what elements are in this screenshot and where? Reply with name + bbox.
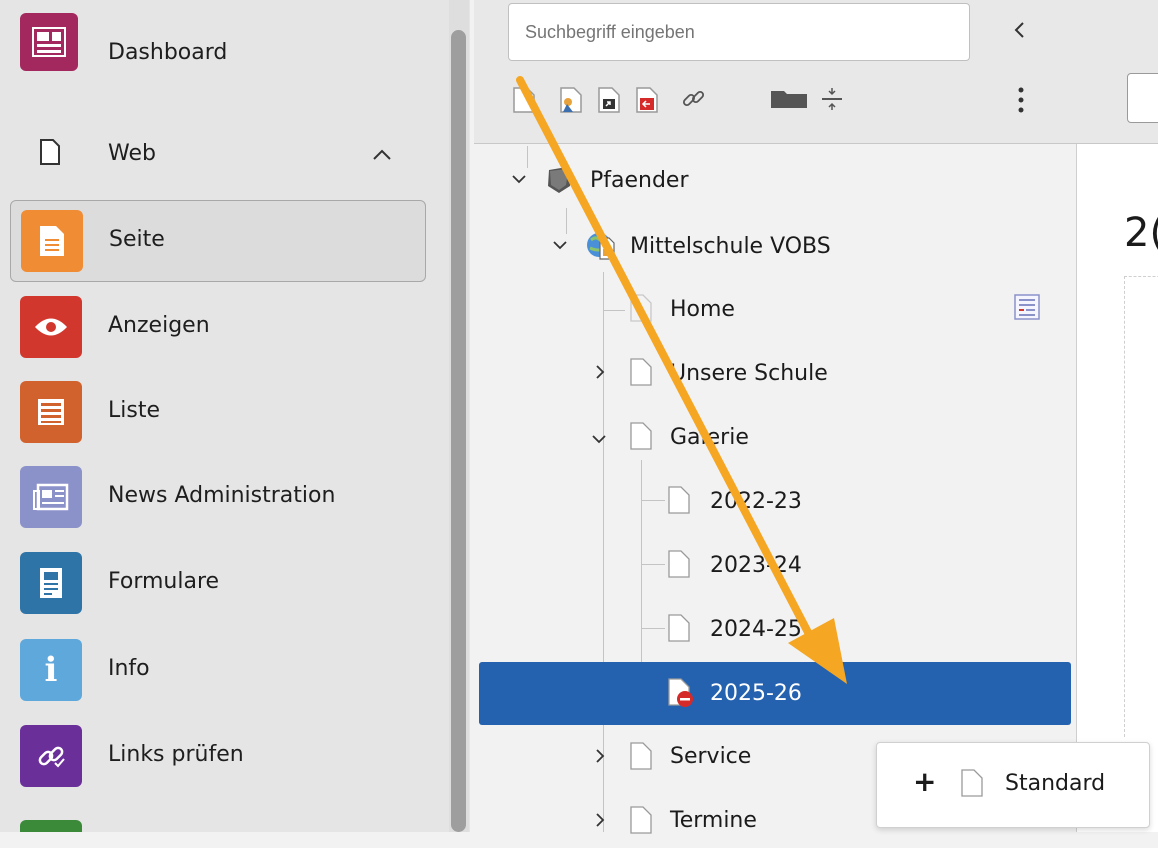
module-item-seite[interactable]: Seite <box>10 200 426 282</box>
dashboard-icon <box>20 13 78 71</box>
new-shortcut-icon[interactable] <box>597 86 621 118</box>
tree-node-label: Pfaender <box>590 167 689 193</box>
content-element-status-icon[interactable] <box>1014 294 1040 324</box>
expand-chevron-icon[interactable] <box>511 170 527 189</box>
module-group-web[interactable]: Web <box>10 116 426 198</box>
eye-icon <box>20 296 82 358</box>
new-page-icon[interactable] <box>512 86 536 118</box>
folder-icon[interactable] <box>770 88 808 114</box>
page-icon <box>961 769 983 801</box>
module-menu-scrollbar-thumb[interactable] <box>451 30 466 832</box>
plus-icon: + <box>913 765 937 798</box>
tree-node[interactable]: 2022-23 <box>710 473 802 529</box>
module-group-label: Web <box>108 141 156 166</box>
content-toolbar-button[interactable] <box>1127 73 1158 123</box>
globe-page-icon <box>586 230 618 264</box>
page-icon <box>630 806 652 838</box>
tree-node-label: 2025-26 <box>710 680 802 706</box>
tree-node[interactable]: 2025-26 <box>710 665 802 721</box>
module-label: Info <box>108 656 150 681</box>
tree-node-label: 2024-25 <box>710 616 802 642</box>
expand-chevron-icon[interactable] <box>594 364 606 384</box>
tree-node-label: Termine <box>670 807 757 833</box>
module-label: Anzeigen <box>108 313 210 338</box>
tree-node-label: 2022-23 <box>710 488 802 514</box>
tree-node-label: Service <box>670 743 752 769</box>
page-icon <box>668 486 690 518</box>
page-outline-icon <box>40 139 60 169</box>
new-backend-section-icon[interactable] <box>559 86 583 118</box>
tree-node[interactable]: Pfaender <box>590 152 689 208</box>
expand-chevron-icon[interactable] <box>552 236 568 255</box>
expand-chevron-icon[interactable] <box>594 812 606 832</box>
tree-node[interactable]: Galerie <box>670 409 749 465</box>
module-label: Liste <box>108 398 160 423</box>
form-icon <box>20 552 82 614</box>
module-item-dashboard[interactable]: Dashboard <box>10 8 426 90</box>
tree-node[interactable]: Mittelschule VOBS <box>630 218 831 274</box>
module-label: Dashboard <box>108 40 228 65</box>
tree-node[interactable]: Home <box>670 281 735 337</box>
page-icon <box>668 550 690 582</box>
tree-node-label: Galerie <box>670 424 749 450</box>
spacer-icon[interactable] <box>820 86 844 116</box>
news-icon <box>20 466 82 528</box>
drag-ghost-new-page[interactable]: + Standard <box>876 742 1150 828</box>
drag-ghost-label: Standard <box>1005 771 1106 796</box>
module-label: Formulare <box>108 569 220 594</box>
module-item-anzeigen[interactable]: Anzeigen <box>10 287 426 369</box>
page-icon <box>630 742 652 774</box>
module-item-news-administration[interactable]: News Administration <box>10 457 426 539</box>
page-icon <box>668 614 690 646</box>
external-link-icon[interactable] <box>681 86 707 116</box>
page-heading: 2( <box>1124 210 1158 256</box>
chevron-up-icon[interactable] <box>372 146 392 165</box>
expand-chevron-icon[interactable] <box>591 430 607 449</box>
module-label: Seite <box>109 227 165 252</box>
page-icon <box>630 358 652 390</box>
info-icon: i <box>20 639 82 701</box>
site-root-icon <box>546 166 572 198</box>
tree-node-label: Home <box>670 296 735 322</box>
page-hidden-icon <box>668 678 696 712</box>
content-column <box>1124 276 1158 737</box>
page-tree-search-input[interactable] <box>508 3 970 61</box>
new-mountpoint-icon[interactable] <box>635 86 659 118</box>
module-item-liste[interactable]: Liste <box>10 372 426 454</box>
page-icon <box>630 294 652 326</box>
page-icon <box>630 422 652 454</box>
tree-node-label: Unsere Schule <box>670 360 828 386</box>
tree-node[interactable]: Unsere Schule <box>670 345 828 401</box>
link-icon <box>20 725 82 787</box>
module-icon-partial[interactable] <box>20 820 82 832</box>
tree-node[interactable]: 2024-25 <box>710 601 802 657</box>
page-module-icon <box>21 210 83 272</box>
tree-node[interactable]: Termine <box>670 792 757 848</box>
module-item-links-pruefen[interactable]: Links prüfen <box>10 716 426 798</box>
tree-node-label: 2023-24 <box>710 552 802 578</box>
module-label: News Administration <box>108 483 336 508</box>
list-icon <box>20 381 82 443</box>
tree-node-label: Mittelschule VOBS <box>630 233 831 259</box>
collapse-panel-icon[interactable] <box>1012 20 1026 44</box>
expand-chevron-icon[interactable] <box>594 748 606 768</box>
more-options-icon[interactable] <box>1018 86 1024 118</box>
tree-node[interactable]: 2023-24 <box>710 537 802 593</box>
module-item-formulare[interactable]: Formulare <box>10 543 426 625</box>
tree-node[interactable]: Service <box>670 728 751 784</box>
module-label: Links prüfen <box>108 742 244 767</box>
module-item-info[interactable]: i Info <box>10 630 426 712</box>
